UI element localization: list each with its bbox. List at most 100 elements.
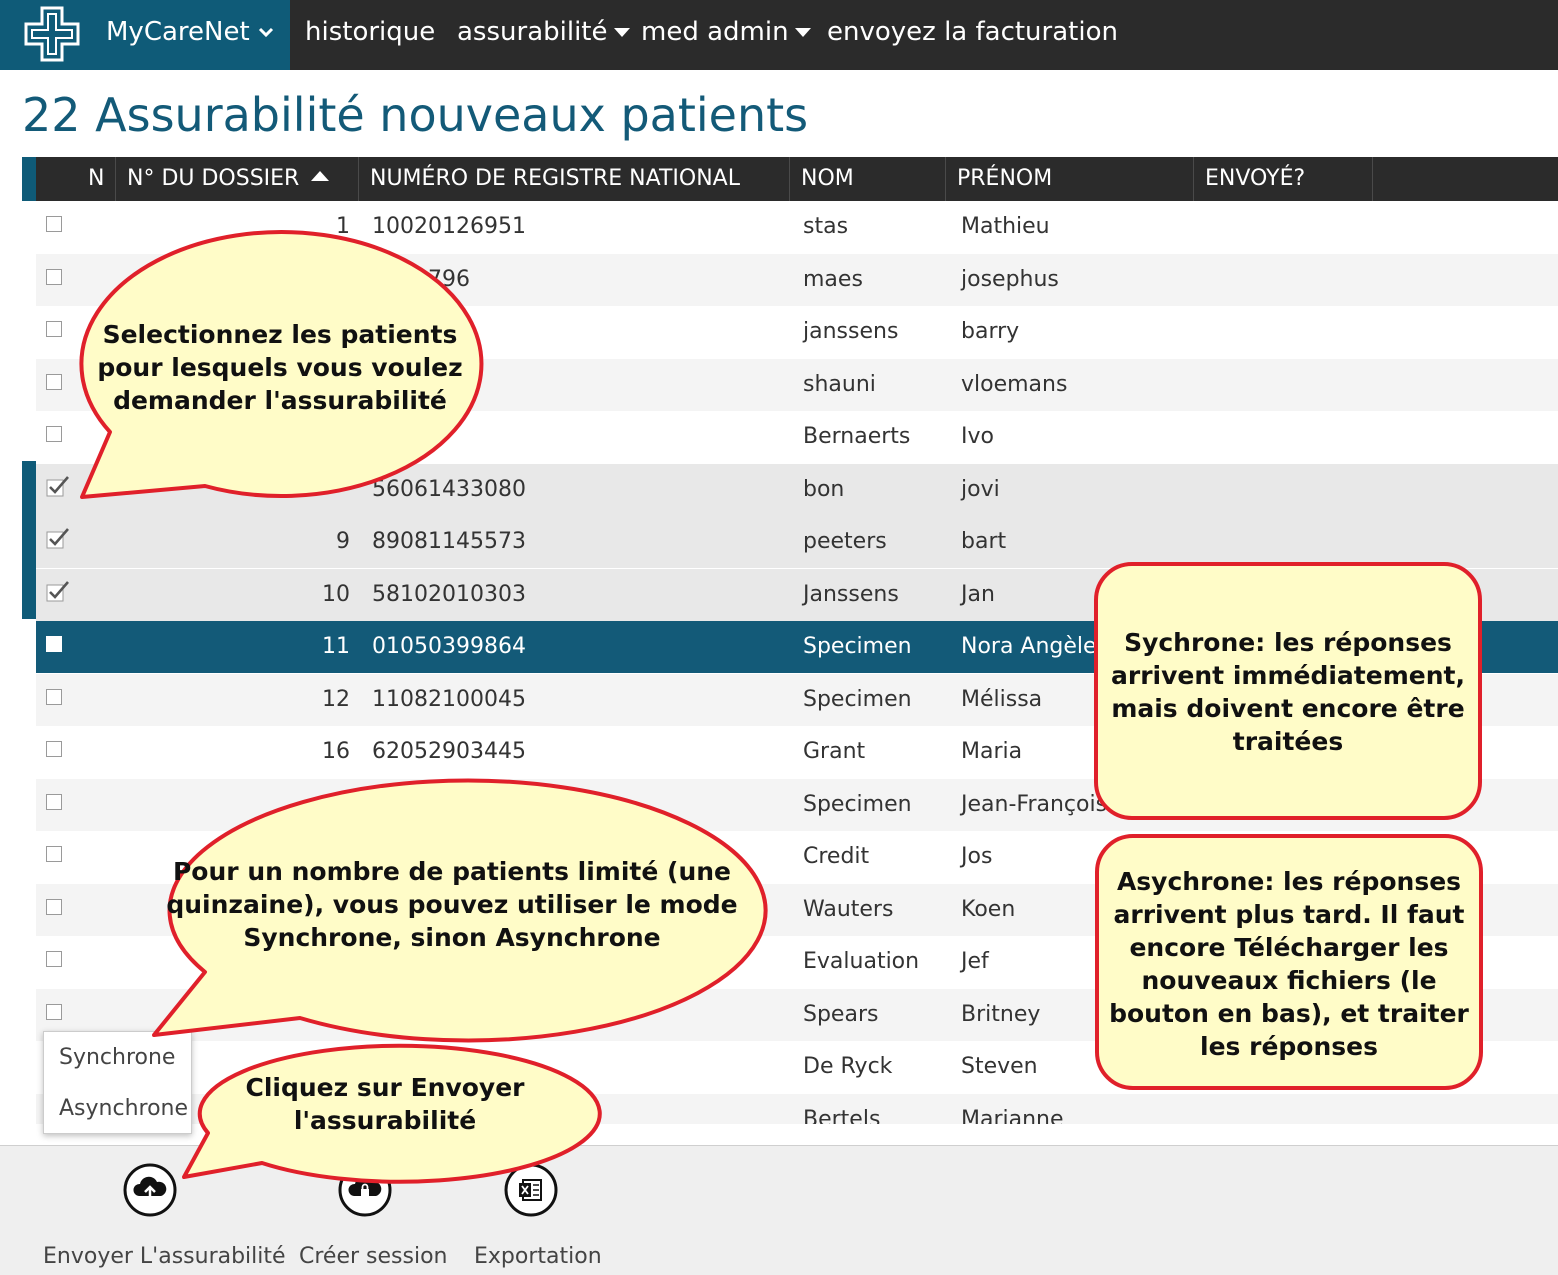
column-divider[interactable]: [1193, 157, 1194, 201]
row-checkbox[interactable]: [46, 321, 62, 337]
cell-registre-national: 01050399864: [372, 634, 526, 659]
brand-menu[interactable]: MyCareNet: [0, 0, 290, 70]
send-mode-dropdown: Synchrone Asynchrone: [43, 1031, 192, 1134]
cell-dossier-number: 10: [322, 582, 350, 607]
callout-line: Synchrone, sinon Asynchrone: [243, 923, 661, 952]
column-header-n[interactable]: N: [88, 157, 104, 201]
cell-nom: stas: [803, 214, 849, 239]
cell-dossier-number: 12: [322, 687, 350, 712]
cell-prenom: Mathieu: [961, 214, 1050, 239]
table-row[interactable]: 10 58102010303 Janssens Jan: [36, 569, 1558, 621]
table-row[interactable]: 1 10020126951 stas Mathieu: [36, 201, 1558, 253]
caret-down-icon: [794, 28, 811, 37]
cell-registre-national: 10020126951: [372, 214, 526, 239]
callout-line: arrivent immédiatement,: [1111, 661, 1465, 690]
row-checkbox[interactable]: [46, 216, 62, 232]
row-checkbox[interactable]: [46, 741, 62, 757]
cell-dossier-number: 11: [322, 634, 350, 659]
selection-marker: [22, 461, 36, 619]
cell-prenom: barry: [961, 319, 1020, 344]
brand-label: MyCareNet: [106, 17, 250, 47]
nav-med-admin[interactable]: med admin: [641, 17, 811, 47]
cell-dossier-number: 16: [322, 739, 350, 764]
row-checkbox[interactable]: [46, 951, 62, 967]
column-header-nom[interactable]: NOM: [801, 157, 854, 201]
nav-envoyez-facturation[interactable]: envoyez la facturation: [827, 17, 1118, 47]
column-divider[interactable]: [358, 157, 359, 201]
table-row[interactable]: Specimen Jean-François: [36, 779, 1558, 831]
cell-nom: Grant: [803, 739, 866, 764]
column-header-registre[interactable]: NUMÉRO DE REGISTRE NATIONAL: [370, 157, 740, 201]
table-row[interactable]: 9 89081145573 peeters bart: [36, 516, 1558, 568]
excel-export-icon[interactable]: [504, 1163, 558, 1217]
cell-prenom: josephus: [961, 267, 1059, 292]
row-checkbox-checked[interactable]: [46, 579, 70, 603]
cell-registre-national: 1001796: [372, 267, 470, 292]
column-header-prenom[interactable]: PRÉNOM: [957, 157, 1052, 201]
mycarenet-cross-logo-icon: [24, 6, 80, 62]
cell-prenom: Mélissa: [961, 687, 1043, 712]
row-checkbox[interactable]: [46, 794, 62, 810]
callout-line: traitées: [1232, 727, 1344, 756]
nav-historique[interactable]: historique: [305, 17, 435, 47]
export-button[interactable]: Exportation: [474, 1244, 602, 1269]
column-header-dossier[interactable]: N° DU DOSSIER: [127, 157, 330, 201]
column-divider[interactable]: [1372, 157, 1373, 201]
cell-registre-national: 58102010303: [372, 582, 526, 607]
cell-registre-national: 62052903445: [372, 739, 526, 764]
dropdown-item-synchrone[interactable]: Synchrone: [59, 1045, 175, 1070]
cell-prenom: Britney: [961, 1002, 1041, 1027]
callout-line: bouton en bas), et traiter: [1109, 999, 1469, 1028]
nav-assurabilite-label: assurabilité: [457, 17, 608, 47]
row-checkbox-checked[interactable]: [46, 526, 70, 550]
cell-prenom: Maria: [961, 739, 1023, 764]
dropdown-item-asynchrone[interactable]: Asynchrone: [59, 1096, 188, 1121]
row-checkbox[interactable]: [46, 636, 62, 652]
nav-assurabilite[interactable]: assurabilité: [457, 17, 630, 47]
cell-prenom: Jos: [961, 844, 993, 869]
row-checkbox[interactable]: [46, 899, 62, 915]
cell-nom: Janssens: [803, 582, 899, 607]
create-session-button[interactable]: Créer session: [299, 1244, 447, 1269]
column-header-envoye[interactable]: ENVOYÉ?: [1205, 157, 1305, 201]
column-divider[interactable]: [945, 157, 946, 201]
cell-prenom: bart: [961, 529, 1007, 554]
column-divider[interactable]: [789, 157, 790, 201]
cell-nom: Bertels: [803, 1107, 881, 1124]
callout-line: pour lesquels vous voulez: [97, 353, 463, 382]
column-divider[interactable]: [115, 157, 116, 201]
cell-registre-national: 04534: [372, 424, 442, 449]
cell-nom: Specimen: [803, 634, 912, 659]
cell-nom: Specimen: [803, 687, 912, 712]
page-title: 22 Assurabilité nouveaux patients: [22, 88, 809, 142]
callout-line: mais doivent encore être: [1111, 694, 1465, 723]
cell-dossier-number: 9: [336, 529, 350, 554]
callout-line: Sychrone: les réponses: [1124, 628, 1452, 657]
table-row[interactable]: 1001796 maes josephus: [36, 254, 1558, 306]
cell-nom: janssens: [803, 319, 899, 344]
callout-click-send: Cliquez sur Envoyer l'assurabilité: [200, 1071, 570, 1137]
row-checkbox[interactable]: [46, 269, 62, 285]
callout-line: demander l'assurabilité: [113, 386, 447, 415]
callout-line: Selectionnez les patients: [102, 320, 458, 349]
cloud-upload-icon[interactable]: [123, 1163, 177, 1217]
callout-asynchrone-info: Asychrone: les réponses arrivent plus ta…: [1100, 865, 1478, 1063]
cloud-lock-icon[interactable]: [338, 1163, 392, 1217]
send-assurabilite-button[interactable]: Envoyer L'assurabilité: [43, 1244, 286, 1269]
cell-prenom: Jef: [961, 949, 989, 974]
callout-line: encore Télécharger les: [1129, 933, 1449, 962]
cell-prenom: vloemans: [961, 372, 1068, 397]
sort-ascending-icon: [311, 171, 330, 181]
table-row[interactable]: 56061433080 bon jovi: [36, 464, 1558, 516]
row-checkbox[interactable]: [46, 846, 62, 862]
row-checkbox[interactable]: [46, 426, 62, 442]
nav-med-admin-label: med admin: [641, 17, 789, 47]
row-checkbox[interactable]: [46, 689, 62, 705]
row-checkbox[interactable]: [46, 1004, 62, 1020]
row-checkbox-checked[interactable]: [46, 474, 70, 498]
callout-select-patients: Selectionnez les patients pour lesquels …: [92, 318, 468, 417]
row-checkbox[interactable]: [46, 374, 62, 390]
table-row[interactable]: 04534 Bernaerts Ivo: [36, 411, 1558, 463]
cell-nom: Specimen: [803, 792, 912, 817]
cell-prenom: Koen: [961, 897, 1016, 922]
